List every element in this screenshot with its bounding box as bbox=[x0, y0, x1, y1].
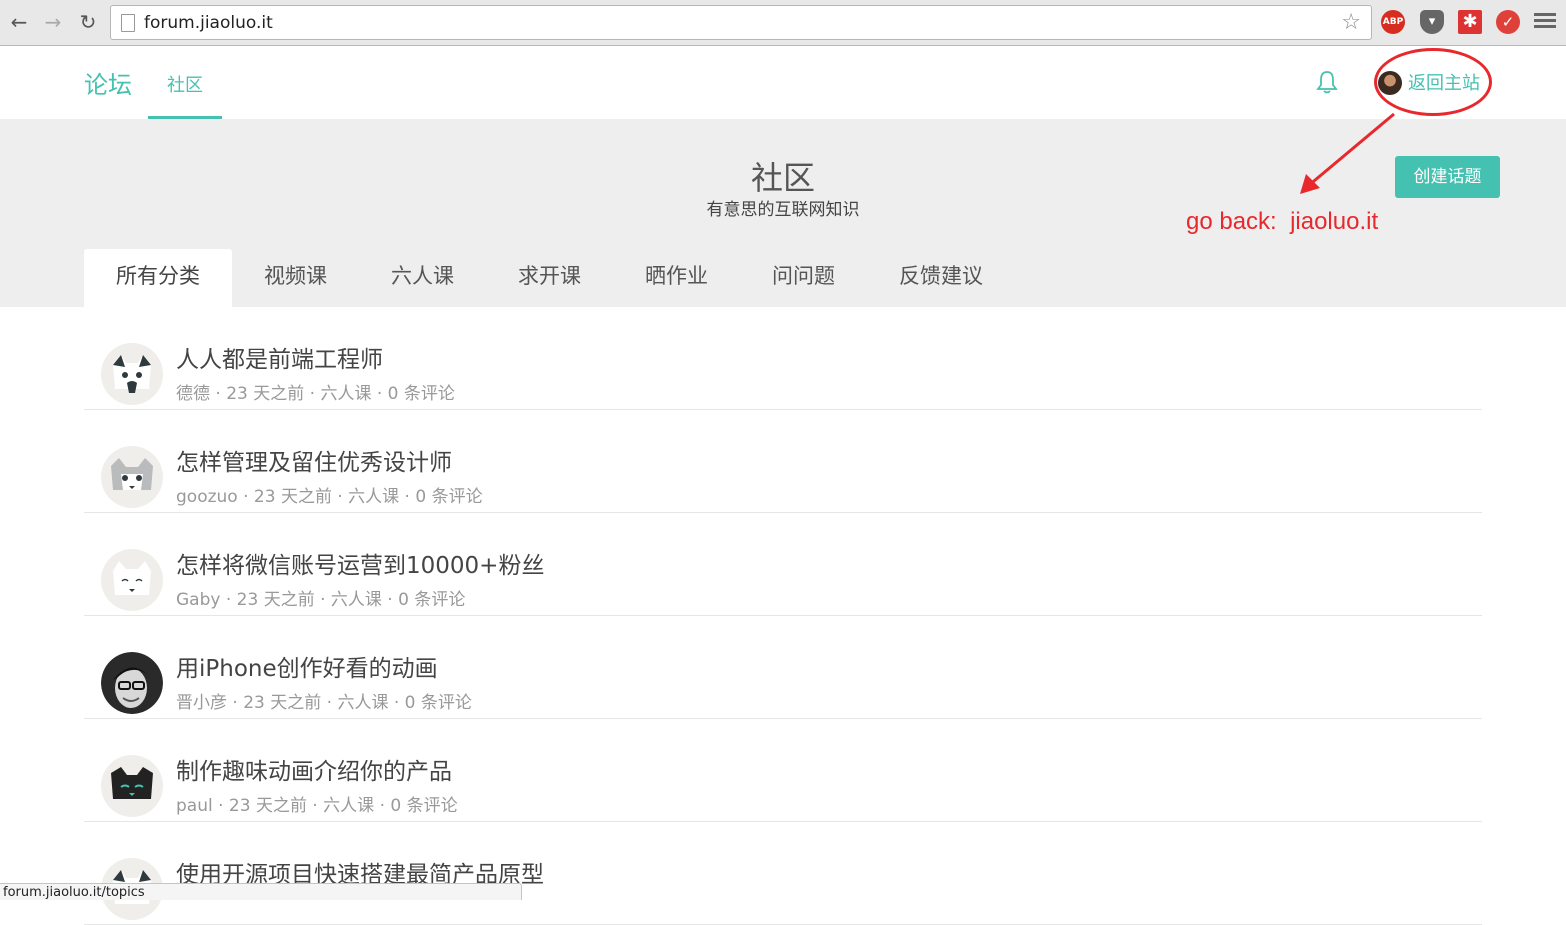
topic-meta: paul · 23 天之前 · 六人课 · 0 条评论 bbox=[176, 796, 458, 816]
list-item[interactable]: 人人都是前端工程师 德德 · 23 天之前 · 六人课 · 0 条评论 bbox=[84, 307, 1482, 410]
cat-siamese-avatar-icon[interactable] bbox=[101, 343, 163, 405]
cat-black-avatar-icon[interactable] bbox=[101, 755, 163, 817]
category-tabs: 所有分类 视频课 六人课 求开课 晒作业 问问题 反馈建议 bbox=[84, 249, 1015, 307]
page-icon bbox=[121, 14, 135, 32]
list-item[interactable]: 使用开源项目快速搭建最简产品原型 bbox=[84, 822, 1482, 925]
site-header: 论坛 社区 返回主站 bbox=[0, 47, 1566, 119]
site-logo[interactable]: 论坛 bbox=[84, 65, 132, 100]
annotation-text: go back: jiaoluo.it bbox=[1186, 208, 1379, 235]
tab-show-homework[interactable]: 晒作业 bbox=[613, 249, 740, 307]
tab-feedback[interactable]: 反馈建议 bbox=[867, 249, 1015, 307]
bookmark-star-icon[interactable]: ☆ bbox=[1341, 10, 1361, 35]
forward-arrow-icon[interactable]: → bbox=[40, 9, 66, 35]
topic-title[interactable]: 怎样将微信账号运营到10000+粉丝 bbox=[176, 546, 544, 580]
reload-icon[interactable]: ↻ bbox=[75, 9, 101, 35]
browser-menu-icon[interactable] bbox=[1534, 10, 1556, 34]
list-item[interactable]: 怎样管理及留住优秀设计师 goozuo · 23 天之前 · 六人课 · 0 条… bbox=[84, 410, 1482, 513]
url-text[interactable]: forum.jiaoluo.it bbox=[144, 13, 273, 33]
topic-meta: goozuo · 23 天之前 · 六人课 · 0 条评论 bbox=[176, 487, 483, 507]
list-item[interactable]: 用iPhone创作好看的动画 晋小彦 · 23 天之前 · 六人课 · 0 条评… bbox=[84, 616, 1482, 719]
tab-video-courses[interactable]: 视频课 bbox=[232, 249, 359, 307]
cat-grey-avatar-icon[interactable] bbox=[101, 446, 163, 508]
todoist-extension-icon[interactable]: ✓ bbox=[1496, 10, 1520, 34]
nav-tab-community[interactable]: 社区 bbox=[148, 47, 222, 119]
topic-title[interactable]: 人人都是前端工程师 bbox=[176, 340, 383, 374]
address-bar[interactable]: forum.jiaoluo.it ☆ bbox=[110, 5, 1372, 40]
annotation-arrow-icon bbox=[1300, 112, 1395, 194]
tab-six-person-courses[interactable]: 六人课 bbox=[359, 249, 486, 307]
topic-title[interactable]: 怎样管理及留住优秀设计师 bbox=[176, 443, 452, 477]
adblock-extension-icon[interactable]: ABP bbox=[1381, 10, 1405, 34]
topic-meta: Gaby · 23 天之前 · 六人课 · 0 条评论 bbox=[176, 590, 466, 610]
topic-title[interactable]: 制作趣味动画介绍你的产品 bbox=[176, 752, 452, 786]
pocket-extension-icon[interactable]: ▾ bbox=[1420, 10, 1444, 34]
annotation-circle bbox=[1374, 48, 1492, 116]
topic-meta: 晋小彦 · 23 天之前 · 六人课 · 0 条评论 bbox=[176, 693, 472, 713]
status-url-bubble: forum.jiaoluo.it/topics bbox=[0, 883, 522, 900]
tab-all-categories[interactable]: 所有分类 bbox=[84, 249, 232, 307]
list-item[interactable]: 制作趣味动画介绍你的产品 paul · 23 天之前 · 六人课 · 0 条评论 bbox=[84, 719, 1482, 822]
bell-icon[interactable] bbox=[1316, 69, 1338, 95]
tab-ask-question[interactable]: 问问题 bbox=[740, 249, 867, 307]
back-arrow-icon[interactable]: ← bbox=[6, 9, 32, 35]
topic-title[interactable]: 用iPhone创作好看的动画 bbox=[176, 649, 438, 683]
topic-list: 人人都是前端工程师 德德 · 23 天之前 · 六人课 · 0 条评论 怎样管理… bbox=[84, 307, 1482, 925]
asterisk-extension-icon[interactable]: ✱ bbox=[1458, 10, 1482, 34]
cat-white-avatar-icon[interactable] bbox=[101, 549, 163, 611]
browser-toolbar: ← → ↻ forum.jiaoluo.it ☆ ABP ▾ ✱ ✓ bbox=[0, 0, 1566, 46]
person-photo-avatar-icon[interactable] bbox=[101, 652, 163, 714]
create-topic-button[interactable]: 创建话题 bbox=[1395, 156, 1500, 198]
topic-meta: 德德 · 23 天之前 · 六人课 · 0 条评论 bbox=[176, 384, 455, 404]
tab-request-course[interactable]: 求开课 bbox=[486, 249, 613, 307]
list-item[interactable]: 怎样将微信账号运营到10000+粉丝 Gaby · 23 天之前 · 六人课 ·… bbox=[84, 513, 1482, 616]
